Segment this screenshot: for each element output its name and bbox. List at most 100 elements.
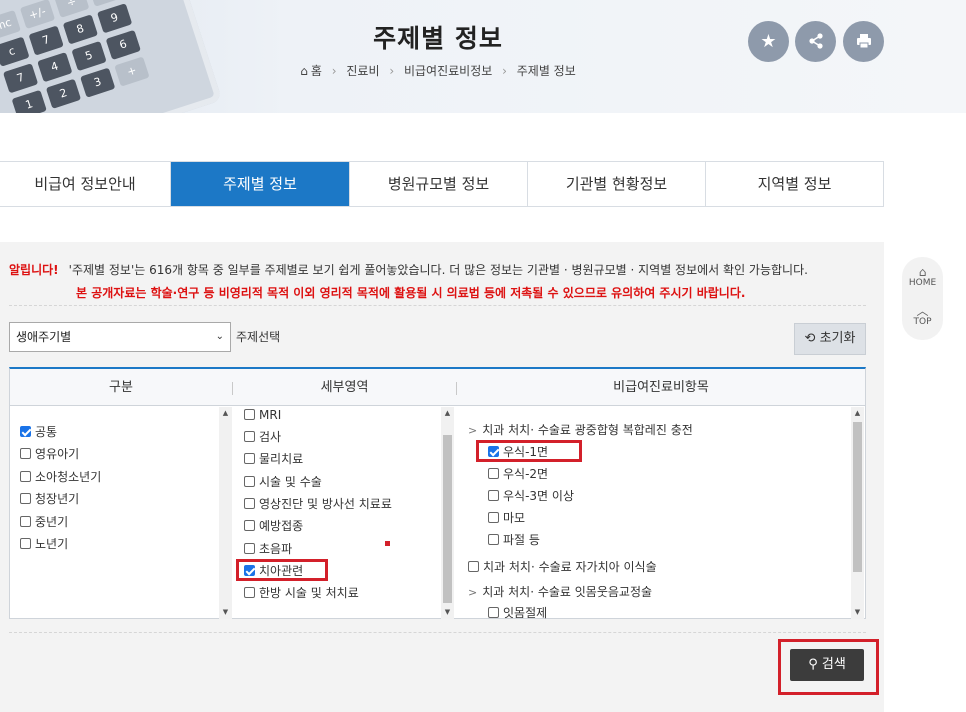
category-scrollbar[interactable]: ▲ ▼: [219, 407, 232, 619]
home-icon[interactable]: ⌂: [300, 64, 308, 78]
refresh-icon: ⟲: [804, 331, 816, 346]
items-column: > 치과 처치· 수술료 광중합형 복합레진 충전 우식-1면 우식-2면 우식-…: [457, 407, 852, 619]
reset-button-label: 초기화: [819, 331, 856, 346]
subarea-option[interactable]: 한방 시술 및 처치료: [244, 585, 359, 601]
notice-alert-label: 알립니다!: [9, 263, 59, 277]
page-title: 주제별 정보: [373, 24, 503, 53]
checkbox[interactable]: [488, 512, 499, 523]
scroll-up-icon[interactable]: ▲: [851, 407, 864, 420]
subarea-option[interactable]: 시술 및 수술: [244, 474, 322, 490]
highlight-marker: [385, 541, 390, 546]
checkbox[interactable]: [244, 587, 255, 598]
topic-select[interactable]: 생애주기별 ⌄: [9, 322, 231, 352]
search-button-label: 검색: [821, 657, 846, 672]
item-option[interactable]: 우식-3면 이상: [488, 488, 574, 504]
category-option[interactable]: 공통: [20, 424, 57, 440]
breadcrumb-separator: ›: [389, 64, 395, 78]
chevron-down-icon: ⌄: [215, 331, 224, 342]
tab-noncovered-info[interactable]: 비급여 정보안내: [0, 162, 170, 206]
tab-bar: 비급여 정보안내 주제별 정보 병원규모별 정보 기관별 현황정보 지역별 정보: [0, 161, 884, 207]
highlight-box: [476, 440, 582, 462]
checkbox[interactable]: [20, 448, 31, 459]
subarea-option[interactable]: MRI: [244, 407, 281, 423]
scroll-down-icon[interactable]: ▼: [219, 606, 232, 619]
star-icon: ★: [760, 31, 777, 52]
breadcrumb-item[interactable]: 진료비: [346, 64, 379, 78]
search-icon: ⚲: [808, 657, 818, 672]
breadcrumb-separator: ›: [331, 64, 337, 78]
checkbox[interactable]: [20, 516, 31, 527]
breadcrumb-home[interactable]: 홈: [311, 64, 322, 78]
topic-select-label: 주제선택: [236, 330, 281, 344]
share-button[interactable]: [795, 21, 836, 62]
header-subarea: 세부영역: [320, 380, 369, 395]
scroll-down-icon[interactable]: ▼: [851, 606, 864, 619]
tab-hospital-size[interactable]: 병원규모별 정보: [349, 162, 527, 206]
home-shortcut[interactable]: ⌂ HOME: [902, 266, 943, 288]
calculator-illustration: mc +/- ÷ × c 7 8 9 7 4 5 6 1 2 3 +: [0, 0, 223, 113]
tab-topic-info[interactable]: 주제별 정보: [170, 162, 349, 206]
checkbox[interactable]: [20, 538, 31, 549]
search-button[interactable]: ⚲ 검색: [790, 649, 864, 681]
breadcrumb: ⌂ 홈 › 진료비 › 비급여진료비정보 › 주제별 정보: [0, 62, 876, 79]
category-option[interactable]: 소아청소년기: [20, 469, 101, 485]
category-option[interactable]: 노년기: [20, 536, 68, 552]
content-panel: 알립니다! '주제별 정보'는 616개 항목 중 일부를 주제별로 보기 쉽게 …: [0, 242, 884, 712]
checkbox[interactable]: [488, 468, 499, 479]
tab-region-info[interactable]: 지역별 정보: [705, 162, 883, 206]
reset-button[interactable]: ⟲ 초기화: [794, 323, 866, 355]
checkbox[interactable]: [244, 498, 255, 509]
checkbox[interactable]: [244, 409, 255, 420]
item-group-header[interactable]: > 치과 처치· 수술료 잇몸웃음교정술: [468, 584, 652, 600]
header-items: 비급여진료비항목: [613, 380, 709, 395]
scroll-up-icon[interactable]: ▲: [441, 407, 454, 420]
breadcrumb-item[interactable]: 비급여진료비정보: [404, 64, 492, 78]
checkbox[interactable]: [468, 561, 479, 572]
subarea-option[interactable]: 물리치료: [244, 451, 303, 467]
scroll-down-icon[interactable]: ▼: [441, 606, 454, 619]
scroll-up-icon[interactable]: ▲: [219, 407, 232, 420]
category-option[interactable]: 영유아기: [20, 446, 79, 462]
checkbox[interactable]: [244, 520, 255, 531]
items-scrollbar[interactable]: ▲ ▼: [851, 407, 864, 619]
checkbox[interactable]: [244, 431, 255, 442]
subarea-scrollbar[interactable]: ▲ ▼: [441, 407, 454, 619]
checkbox[interactable]: [488, 534, 499, 545]
printer-icon: [856, 34, 871, 49]
category-option[interactable]: 중년기: [20, 514, 68, 530]
subarea-option[interactable]: 영상진단 및 방사선 치료료: [244, 496, 392, 512]
highlight-box: [236, 559, 328, 581]
item-option[interactable]: 파절 등: [488, 532, 540, 548]
subarea-option[interactable]: 검사: [244, 429, 281, 445]
category-option[interactable]: 청장년기: [20, 491, 79, 507]
tab-institution-status[interactable]: 기관별 현황정보: [527, 162, 705, 206]
item-option[interactable]: 우식-2면: [488, 466, 548, 482]
breadcrumb-separator: ›: [502, 64, 507, 78]
checkbox-checked[interactable]: [20, 426, 31, 437]
divider: [9, 305, 866, 306]
scroll-thumb[interactable]: [443, 435, 452, 603]
bookmark-button[interactable]: ★: [748, 21, 789, 62]
divider: [9, 632, 866, 633]
checkbox[interactable]: [244, 543, 255, 554]
print-button[interactable]: [843, 21, 884, 62]
header-banner: mc +/- ÷ × c 7 8 9 7 4 5 6 1 2 3 + 주제별 정…: [0, 0, 966, 113]
quick-bar: ⌂ HOME ︿ TOP: [902, 257, 943, 340]
chevron-up-icon: ︿: [916, 304, 929, 318]
checkbox[interactable]: [20, 493, 31, 504]
checkbox[interactable]: [244, 453, 255, 464]
chevron-right-icon: >: [468, 586, 478, 599]
chevron-right-icon: >: [468, 424, 478, 437]
checkbox[interactable]: [488, 490, 499, 501]
subarea-option[interactable]: 초음파: [244, 541, 292, 557]
item-option[interactable]: 치과 처치· 수술료 자가치아 이식술: [468, 559, 657, 575]
checkbox[interactable]: [244, 476, 255, 487]
subarea-option[interactable]: 예방접종: [244, 518, 303, 534]
top-shortcut[interactable]: ︿ TOP: [902, 305, 943, 327]
item-option[interactable]: 마모: [488, 510, 525, 526]
item-option[interactable]: 잇몸절제: [488, 605, 547, 619]
checkbox[interactable]: [488, 607, 499, 618]
item-group-header[interactable]: > 치과 처치· 수술료 광중합형 복합레진 충전: [468, 422, 693, 438]
scroll-thumb[interactable]: [853, 422, 862, 572]
checkbox[interactable]: [20, 471, 31, 482]
